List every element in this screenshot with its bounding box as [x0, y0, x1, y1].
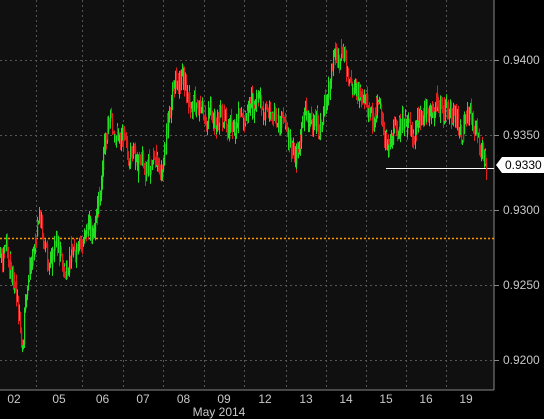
candle-body — [18, 297, 20, 301]
x-tick-label: 12 — [258, 392, 272, 406]
candle-body — [486, 162, 488, 174]
x-tick-label: 13 — [299, 392, 313, 406]
price-chart: 0.9400 0.9350 0.9300 0.9250 0.9200 02 05 06 07 0… — [0, 0, 544, 419]
candle-body — [461, 127, 463, 142]
candle-body — [410, 120, 412, 125]
candle-body — [36, 241, 38, 244]
candle-body — [381, 104, 383, 113]
last-price-label: 0.9330 — [505, 158, 542, 172]
candle-body — [311, 111, 313, 120]
candle-body — [469, 113, 471, 121]
candle-body — [21, 330, 23, 341]
candle-body — [42, 222, 44, 235]
x-tick-label: 19 — [459, 392, 473, 406]
x-tick-label: 08 — [177, 392, 191, 406]
candle-body — [276, 114, 278, 125]
candle-body — [20, 312, 22, 325]
candle-body — [4, 246, 6, 252]
candle-body — [24, 310, 26, 335]
x-tick-label: 07 — [136, 392, 150, 406]
candle-body — [189, 92, 191, 103]
x-tick-label: 14 — [339, 392, 353, 406]
candle-body — [285, 114, 287, 124]
plot-area — [0, 0, 494, 390]
y-tick-label: 0.9300 — [503, 203, 540, 217]
y-tick-label: 0.9350 — [503, 128, 540, 142]
last-price-tag: 0.9330 — [496, 157, 544, 173]
x-tick-label: 09 — [217, 392, 231, 406]
x-tick-label: 16 — [419, 392, 433, 406]
x-tick-label: 05 — [52, 392, 66, 406]
x-axis-month-label: May 2014 — [193, 405, 246, 419]
y-tick-label: 0.9200 — [503, 353, 540, 367]
x-tick-label: 02 — [7, 392, 21, 406]
x-tick-label: 06 — [96, 392, 110, 406]
y-tick-label: 0.9250 — [503, 278, 540, 292]
candle-body — [181, 79, 183, 86]
x-tick-label: 15 — [379, 392, 393, 406]
y-tick-label: 0.9400 — [503, 53, 540, 67]
candle-body — [103, 151, 105, 170]
chart-canvas: 0.9400 0.9350 0.9300 0.9250 0.9200 02 05 06 07 0… — [0, 0, 544, 419]
